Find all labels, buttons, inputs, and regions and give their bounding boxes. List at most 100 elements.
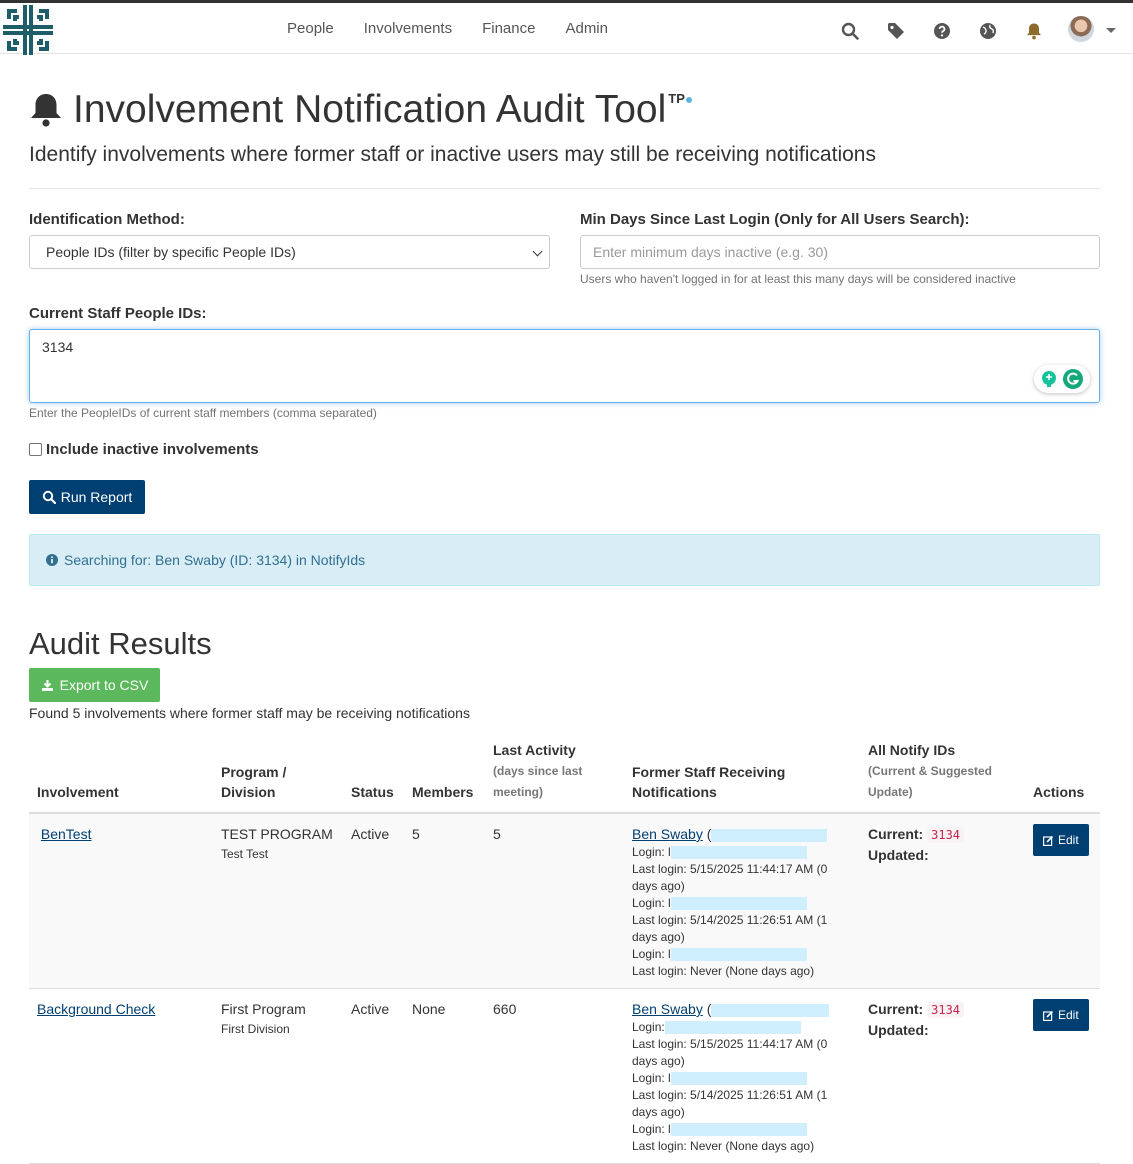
nav-finance[interactable]: Finance (482, 20, 535, 37)
results-table: Involvement Program / Division Status Mem… (29, 740, 1100, 1164)
method-select[interactable]: People IDs (filter by specific People ID… (29, 235, 550, 269)
bell-icon[interactable] (1024, 21, 1044, 41)
col-former-staff[interactable]: Former Staff Receiving Notifications (624, 740, 860, 814)
staff-link[interactable]: Ben Swaby (632, 1001, 703, 1017)
min-days-label: Min Days Since Last Login (Only for All … (580, 211, 970, 228)
grammarly-widget[interactable] (1034, 365, 1090, 393)
former-staff-cell: Ben Swaby ( Login: Last login: 5/15/2025… (624, 988, 860, 1164)
staff-ids-textarea[interactable]: 3134 (29, 329, 1100, 403)
page-subtitle: Identify involvements where former staff… (29, 143, 876, 166)
redacted-block (711, 1003, 830, 1017)
division-name: Test Test (221, 847, 269, 861)
redacted-block (670, 948, 807, 962)
results-heading: Audit Results (29, 626, 212, 661)
nav-people[interactable]: People (287, 20, 334, 37)
page-title-text: Involvement Notification Audit Tool (73, 88, 667, 131)
notify-ids-cell: Current: 3134 Updated: (860, 988, 1025, 1164)
page-title: Involvement Notification Audit Tool TP (29, 88, 692, 132)
redacted-block (664, 1021, 801, 1035)
lightbulb-icon (1042, 371, 1056, 387)
last-activity-cell: 660 (485, 988, 624, 1164)
include-inactive-label: Include inactive involvements (46, 441, 259, 458)
staff-ids-help: Enter the PeopleIDs of current staff mem… (29, 406, 377, 420)
nav-admin[interactable]: Admin (565, 20, 608, 37)
involvement-link[interactable]: BenTest (41, 826, 92, 842)
program-name: TEST PROGRAM (221, 826, 333, 842)
status-cell: Active (343, 988, 404, 1164)
redacted-block (670, 1072, 807, 1086)
question-icon[interactable] (932, 21, 952, 41)
run-report-button[interactable]: Run Report (29, 480, 145, 514)
col-notify-ids[interactable]: All Notify IDs (Current & Suggested Update… (860, 740, 1025, 814)
col-involvement[interactable]: Involvement (29, 740, 213, 814)
min-days-placeholder: Enter minimum days inactive (e.g. 30) (593, 244, 828, 260)
divider (29, 188, 1100, 189)
grammarly-icon (1063, 369, 1083, 389)
involvement-cell: Background Check (29, 988, 213, 1164)
table-header-row: Involvement Program / Division Status Mem… (29, 740, 1100, 814)
tp-badge: TP (668, 91, 692, 106)
notify-ids-cell: Current: 3134 Updated: (860, 813, 1025, 989)
staff-ids-value: 3134 (42, 339, 74, 355)
col-members[interactable]: Members (404, 740, 485, 814)
search-icon (42, 490, 56, 504)
staff-ids-label: Current Staff People IDs: (29, 305, 207, 322)
table-row: Background Check First Program First Divi… (29, 988, 1100, 1164)
status-cell: Active (343, 813, 404, 989)
chevron-down-icon (532, 246, 543, 257)
globe-icon[interactable] (978, 21, 998, 41)
search-info-alert: Searching for: Ben Swaby (ID: 3134) in N… (29, 534, 1100, 586)
redacted-block (711, 828, 828, 842)
redacted-block (670, 1123, 807, 1137)
col-program[interactable]: Program / Division (213, 740, 343, 814)
min-days-input[interactable]: Enter minimum days inactive (e.g. 30) (580, 235, 1100, 269)
members-cell: None (404, 988, 485, 1164)
search-icon[interactable] (840, 21, 860, 41)
program-cell: First Program First Division (213, 988, 343, 1164)
church-logo[interactable] (3, 5, 53, 55)
edit-icon (1043, 835, 1054, 846)
bell-icon (29, 92, 63, 128)
edit-button[interactable]: Edit (1033, 824, 1089, 856)
edit-icon (1043, 1010, 1054, 1021)
program-name: First Program (221, 1001, 306, 1017)
top-navbar: People Involvements Finance Admin (0, 0, 1133, 55)
redacted-block (670, 897, 807, 911)
last-activity-cell: 5 (485, 813, 624, 989)
chevron-down-icon[interactable] (1106, 28, 1116, 33)
involvement-cell: BenTest (29, 813, 213, 989)
user-avatar[interactable] (1068, 16, 1094, 42)
actions-cell: Edit (1025, 988, 1100, 1164)
info-icon (46, 554, 58, 566)
staff-link[interactable]: Ben Swaby (632, 826, 703, 842)
run-report-label: Run Report (60, 489, 133, 505)
export-csv-label: Export to CSV (59, 677, 149, 693)
program-cell: TEST PROGRAM Test Test (213, 813, 343, 989)
min-days-help: Users who haven't logged in for at least… (580, 272, 1016, 286)
current-ids: 3134 (927, 827, 965, 843)
former-staff-cell: Ben Swaby ( Login: l Last login: 5/15/20… (624, 813, 860, 989)
include-inactive-row[interactable]: Include inactive involvements (29, 441, 259, 458)
col-last-activity[interactable]: Last Activity (days since last meeting) (485, 740, 624, 814)
nav-icon-group (840, 16, 1116, 42)
main-nav: People Involvements Finance Admin (287, 20, 608, 37)
tag-icon[interactable] (886, 21, 906, 41)
method-label: Identification Method: (29, 211, 185, 228)
division-name: First Division (221, 1022, 290, 1036)
results-summary: Found 5 involvements where former staff … (29, 705, 470, 721)
actions-cell: Edit (1025, 813, 1100, 989)
nav-involvements[interactable]: Involvements (364, 20, 452, 37)
tp-dot-icon (685, 96, 692, 103)
search-info-text: Searching for: Ben Swaby (ID: 3134) in N… (64, 552, 366, 568)
table-row: BenTest TEST PROGRAM Test Test Active 5 5… (29, 813, 1100, 989)
col-status[interactable]: Status (343, 740, 404, 814)
members-cell: 5 (404, 813, 485, 989)
edit-button[interactable]: Edit (1033, 999, 1089, 1031)
download-icon (41, 679, 53, 691)
redacted-block (670, 846, 807, 860)
col-actions: Actions (1025, 740, 1100, 814)
export-csv-button[interactable]: Export to CSV (29, 668, 160, 702)
involvement-link[interactable]: Background Check (37, 1001, 155, 1017)
current-ids: 3134 (927, 1002, 965, 1018)
include-inactive-checkbox[interactable] (29, 443, 42, 456)
